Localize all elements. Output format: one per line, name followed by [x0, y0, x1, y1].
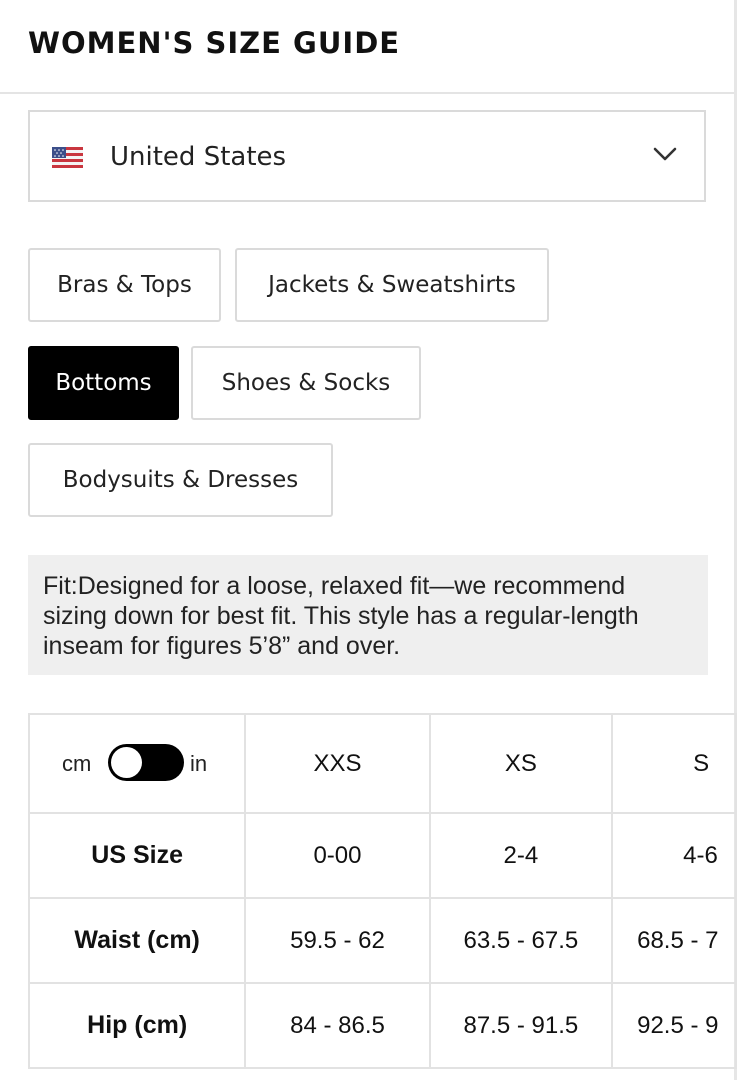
table-cell: 92.5 - 9 [611, 982, 737, 1069]
table-cell: 2-4 [428, 812, 614, 899]
row-label: Waist (cm) [27, 897, 247, 984]
table-cell: 4-6 [611, 812, 737, 899]
country-select[interactable]: United States [28, 110, 706, 202]
table-cell: 63.5 - 67.5 [428, 897, 614, 984]
header-divider [0, 92, 734, 94]
row-label: US Size [27, 812, 247, 899]
unit-toggle-cell: cm in [27, 713, 247, 814]
table-row: Waist (cm) 59.5 - 62 63.5 - 67.5 68.5 - … [27, 897, 737, 984]
table-cell: 0-00 [244, 812, 431, 899]
toggle-knob [111, 747, 142, 778]
size-column-header: XS [428, 713, 614, 814]
unit-cm-label: cm [62, 751, 92, 776]
tab-bras-tops[interactable]: Bras & Tops [28, 248, 221, 322]
country-select-value: United States [110, 142, 287, 172]
table-header-row: cm in XXS XS S [27, 713, 737, 814]
tab-shoes-socks[interactable]: Shoes & Socks [191, 346, 421, 420]
row-label: Hip (cm) [27, 982, 247, 1069]
tab-jackets-sweatshirts[interactable]: Jackets & Sweatshirts [235, 248, 549, 322]
table-cell: 87.5 - 91.5 [428, 982, 614, 1069]
table-cell: 84 - 86.5 [244, 982, 431, 1069]
tab-bodysuits-dresses[interactable]: Bodysuits & Dresses [28, 443, 333, 517]
unit-toggle[interactable] [108, 744, 184, 781]
size-column-header: XXS [244, 713, 431, 814]
fit-note: Fit:Designed for a loose, relaxed fit—we… [28, 555, 708, 675]
chevron-down-icon [653, 147, 677, 161]
size-column-header: S [611, 713, 737, 814]
page-title: WOMEN'S SIZE GUIDE [28, 26, 401, 60]
us-flag-icon [52, 147, 83, 168]
table-row: US Size 0-00 2-4 4-6 [27, 812, 737, 899]
table-row: Hip (cm) 84 - 86.5 87.5 - 91.5 92.5 - 9 [27, 982, 737, 1069]
table-cell: 59.5 - 62 [244, 897, 431, 984]
size-table: cm in XXS XS S US Size 0-00 2-4 4-6 Wais… [27, 713, 737, 1069]
tab-bottoms[interactable]: Bottoms [28, 346, 179, 420]
unit-in-label: in [190, 751, 208, 776]
table-cell: 68.5 - 7 [611, 897, 737, 984]
